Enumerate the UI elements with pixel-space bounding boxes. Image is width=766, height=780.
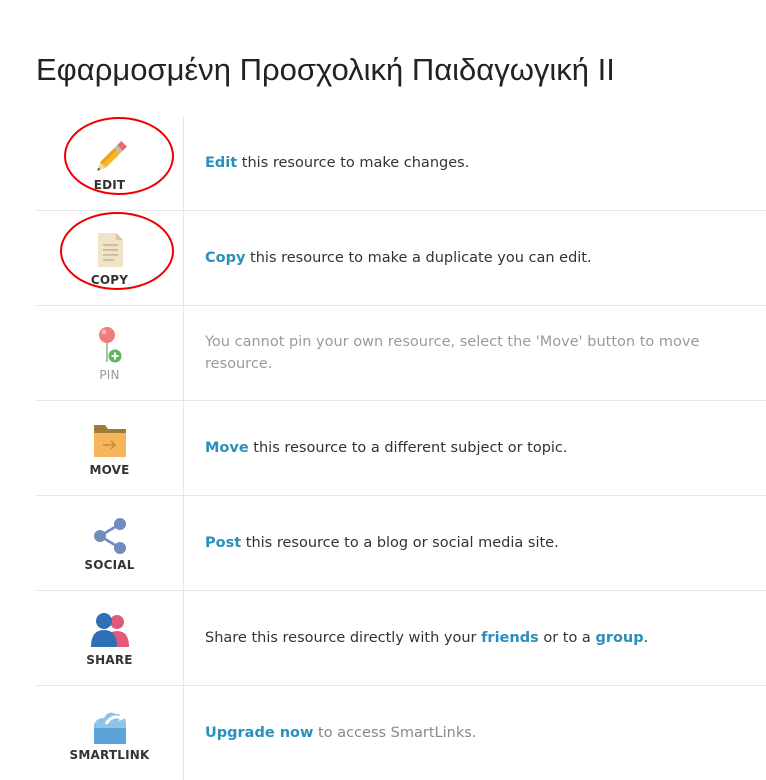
resource-actions: EDIT Edit this resource to make changes.… [36, 116, 766, 780]
social-description: Post this resource to a blog or social m… [184, 496, 766, 590]
share-text-pre: Share this resource directly with your [205, 630, 482, 646]
share-description: Share this resource directly with your f… [184, 591, 766, 685]
copy-text: this resource to make a duplicate you ca… [245, 250, 592, 266]
social-label: SOCIAL [84, 558, 135, 572]
action-row-pin: PIN You cannot pin your own resource, se… [36, 306, 766, 401]
move-description: Move this resource to a different subjec… [184, 401, 766, 495]
edit-text: this resource to make changes. [237, 155, 470, 171]
pin-label: PIN [99, 368, 120, 382]
upgrade-now-link[interactable]: Upgrade now [205, 725, 313, 741]
edit-link[interactable]: Edit [205, 155, 237, 171]
move-button[interactable]: MOVE [36, 401, 184, 495]
action-row-edit: EDIT Edit this resource to make changes. [36, 116, 766, 211]
group-link[interactable]: group [595, 630, 643, 646]
edit-label: EDIT [93, 178, 126, 192]
action-row-social: SOCIAL Post this resource to a blog or s… [36, 496, 766, 591]
copy-description: Copy this resource to make a duplicate y… [184, 211, 766, 305]
pin-description: You cannot pin your own resource, select… [205, 334, 700, 372]
cloud-link-icon [93, 712, 126, 744]
people-icon [90, 613, 129, 647]
edit-description: Edit this resource to make changes. [184, 116, 766, 210]
share-button[interactable]: SHARE [36, 591, 184, 685]
friends-link[interactable]: friends [481, 630, 539, 646]
move-text: this resource to a different subject or … [248, 440, 568, 456]
social-button[interactable]: SOCIAL [36, 496, 184, 590]
social-text: this resource to a blog or social media … [241, 535, 559, 551]
page-title: Εφαρμοσμένη Προσχολική Παιδαγωγική ΙΙ [36, 52, 615, 87]
copy-label: COPY [90, 273, 129, 287]
smartlink-description: Upgrade now to access SmartLinks. [184, 686, 766, 780]
folder-icon [93, 425, 126, 457]
action-row-share: SHARE Share this resource directly with … [36, 591, 766, 686]
pin-icon [98, 327, 121, 363]
share-text-post: . [643, 630, 649, 646]
move-label: MOVE [89, 463, 130, 477]
action-row-move: MOVE Move this resource to a different s… [36, 401, 766, 496]
edit-button[interactable]: EDIT [36, 116, 184, 210]
share-text-mid: or to a [538, 630, 596, 646]
move-link[interactable]: Move [205, 440, 249, 456]
smartlink-button[interactable]: SMARTLINK [36, 686, 184, 780]
action-row-smartlink: SMARTLINK Upgrade now to access SmartLin… [36, 686, 766, 780]
copy-button[interactable]: COPY [36, 211, 184, 305]
share-nodes-icon [93, 518, 126, 554]
action-row-copy: COPY Copy this resource to make a duplic… [36, 211, 766, 306]
document-icon [97, 233, 123, 267]
pencil-icon [96, 141, 127, 171]
share-label: SHARE [86, 653, 133, 667]
smartlink-label: SMARTLINK [69, 748, 150, 762]
copy-link[interactable]: Copy [205, 250, 245, 266]
smartlink-text: to access SmartLinks. [313, 725, 477, 741]
post-link[interactable]: Post [205, 535, 241, 551]
pin-button: PIN [36, 306, 184, 400]
